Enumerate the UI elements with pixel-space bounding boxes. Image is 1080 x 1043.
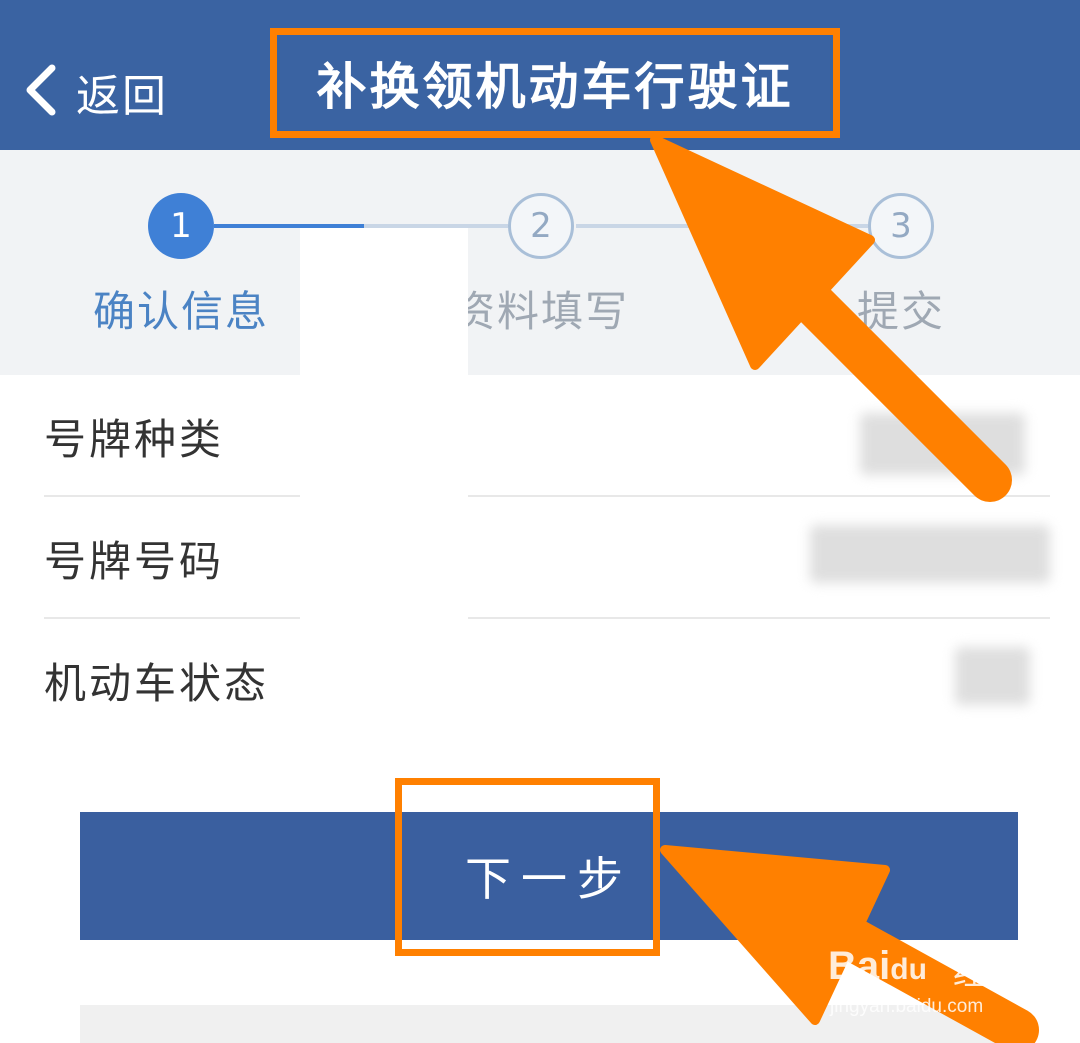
- watermark-brand: Baidu: [828, 944, 927, 988]
- vehicle-info-list: 号牌种类 号牌号码 机动车状态: [0, 375, 1080, 743]
- info-row-vehicle-status: 机动车状态: [44, 619, 1050, 741]
- step-1-label: 确认信息: [92, 287, 269, 336]
- row-label: 号牌种类: [44, 414, 225, 464]
- row-label: 号牌号码: [44, 536, 225, 586]
- step-3-circle: 3: [868, 193, 934, 259]
- blurred-value: [810, 525, 1050, 583]
- watermark-url: jingyan.baidu.com: [830, 996, 984, 1017]
- redaction-mask: [300, 228, 468, 753]
- step-2-circle: 2: [508, 193, 574, 259]
- row-label: 机动车状态: [44, 658, 270, 708]
- blurred-value: [860, 413, 1025, 475]
- header-bar: 返回 补换领机动车行驶证: [0, 0, 1080, 150]
- step-3-label: 提交: [856, 287, 945, 336]
- step-1-circle: 1: [148, 193, 214, 259]
- back-button[interactable]: 返回: [20, 52, 168, 132]
- watermark-name: 经验: [953, 954, 1018, 992]
- chevron-left-icon: [20, 60, 60, 124]
- step-connector: [576, 224, 868, 228]
- next-step-button[interactable]: 下一步: [80, 812, 1018, 940]
- back-label: 返回: [76, 71, 168, 122]
- blurred-value: [955, 647, 1030, 705]
- page-title: 补换领机动车行驶证: [316, 58, 794, 116]
- progress-steps: 1 2 3 确认信息 资料填写 提交: [0, 150, 1080, 375]
- baidu-jingyan-watermark: Baidu 经验 jingyan.baidu.com: [828, 928, 1028, 1023]
